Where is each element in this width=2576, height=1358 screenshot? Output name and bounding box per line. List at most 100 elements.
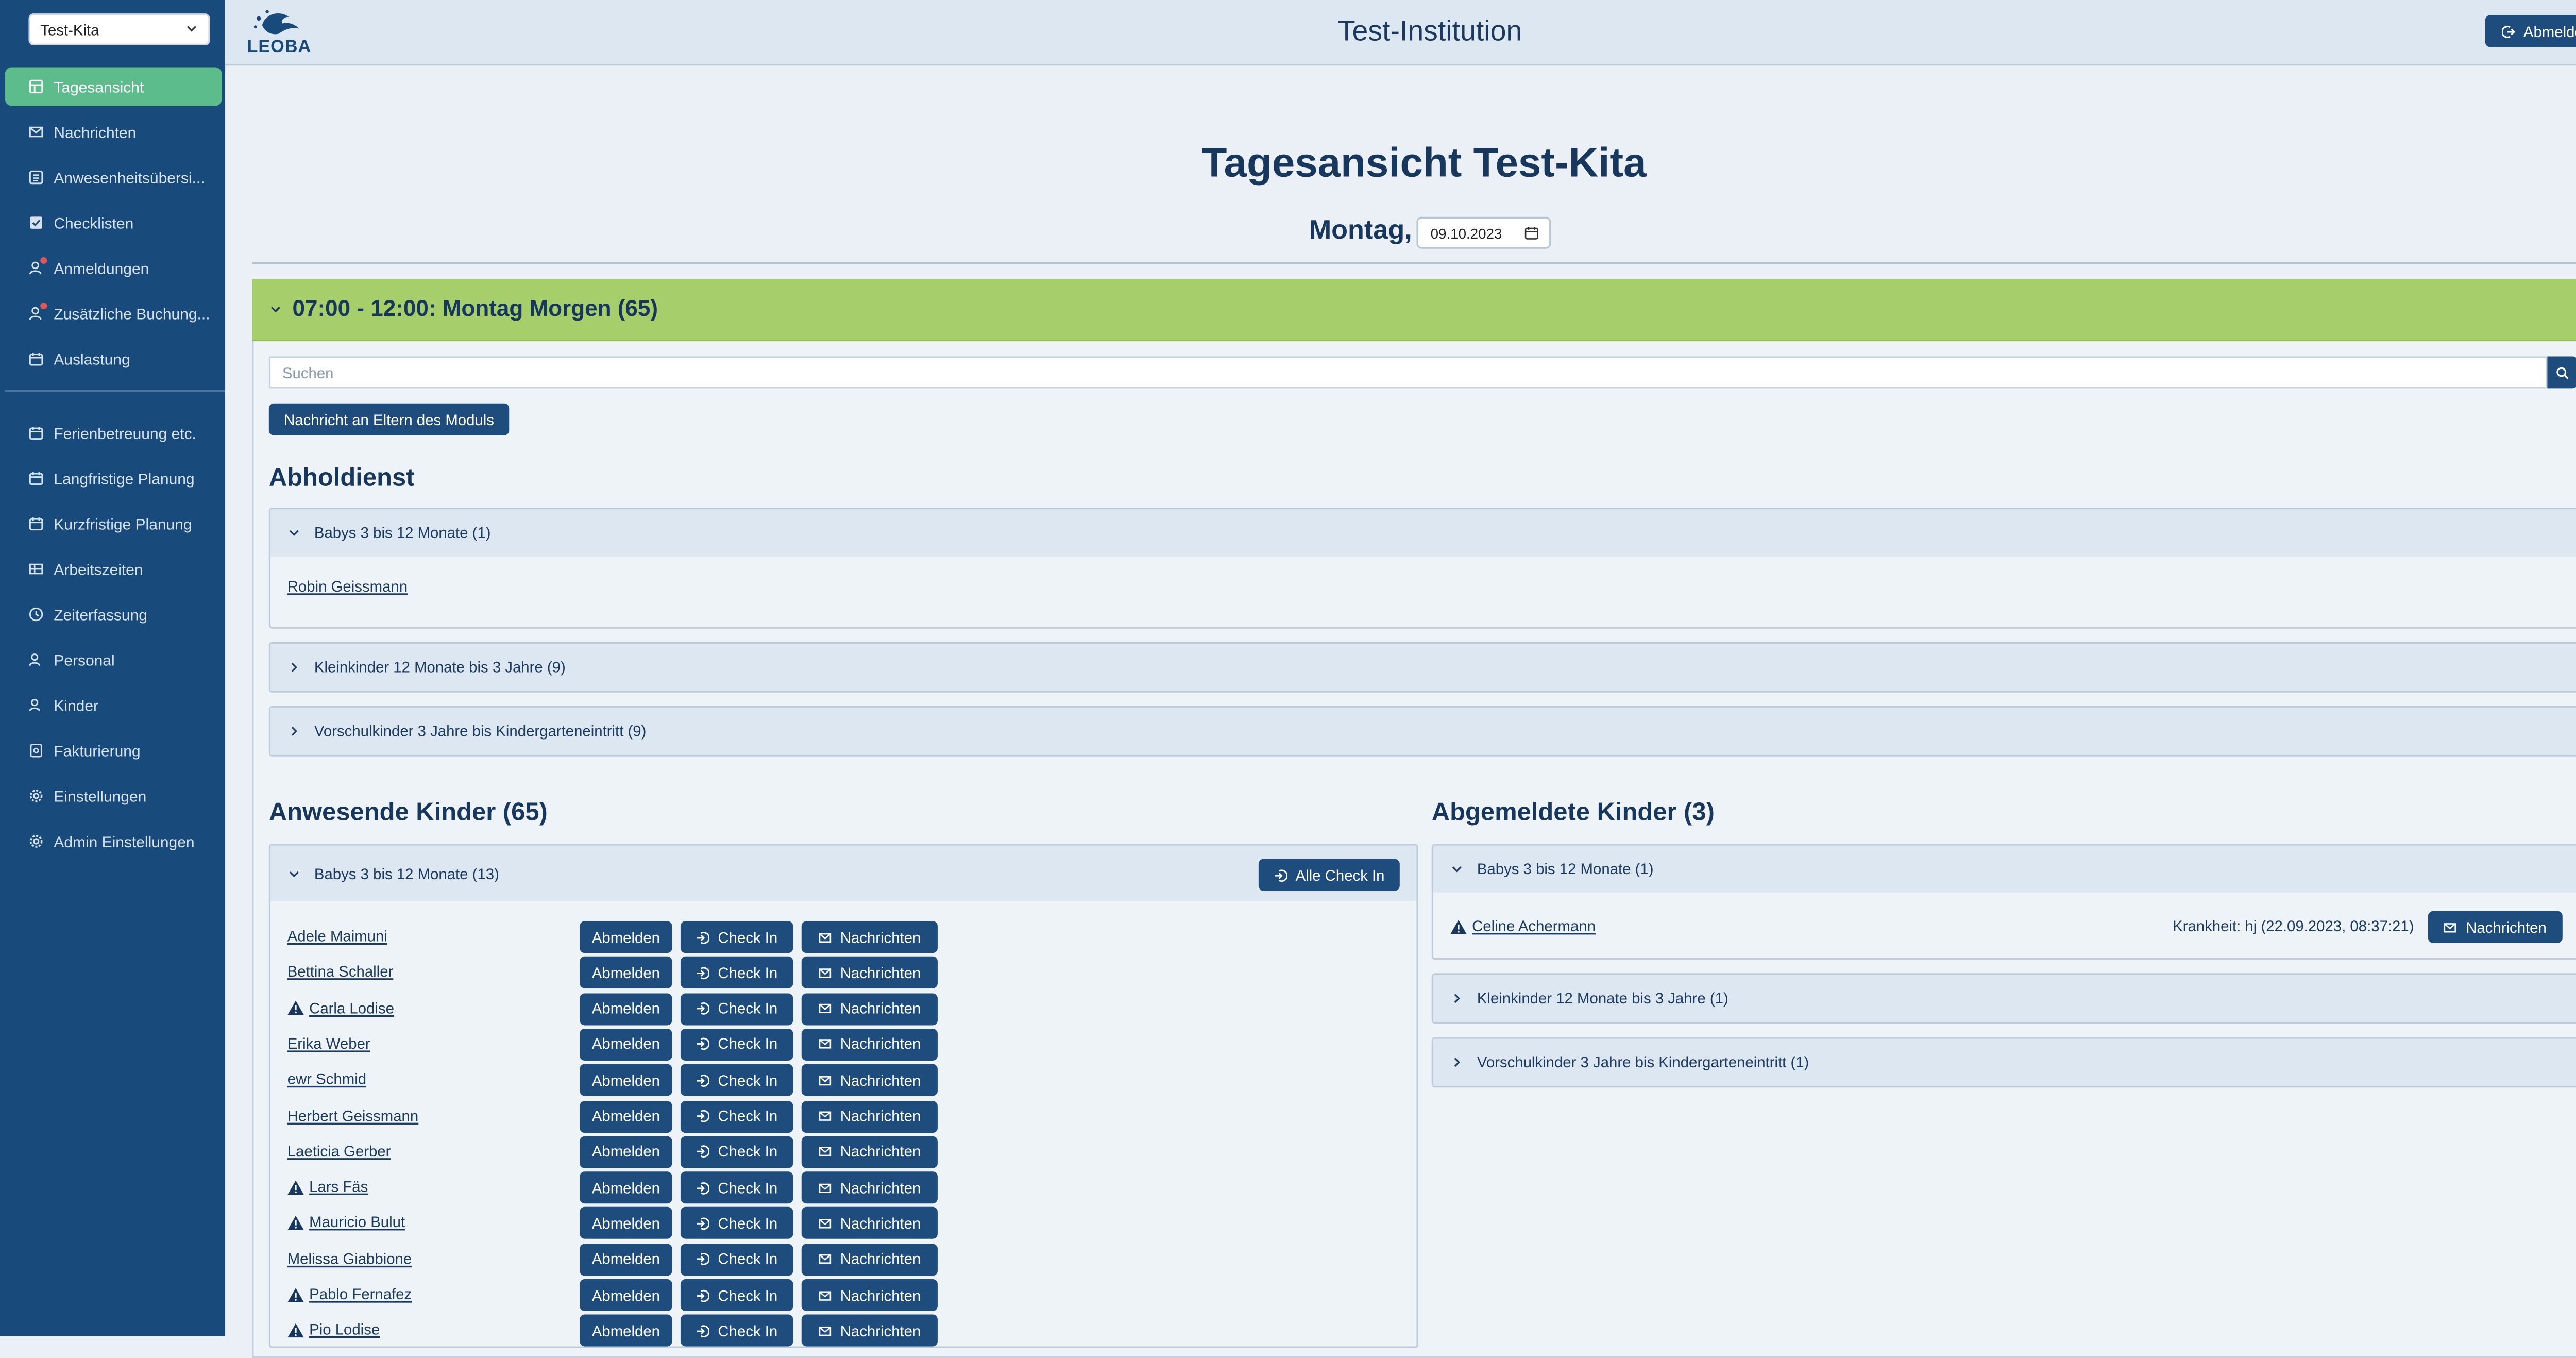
messages-label: Nachrichten	[840, 928, 921, 946]
sidebar-item-label: Tagesansicht	[54, 78, 144, 95]
pickup-group-header[interactable]: Babys 3 bis 12 Monate (1)	[270, 509, 2576, 557]
checkin-button[interactable]: Check In	[680, 993, 793, 1025]
abmelden-button[interactable]: Abmelden	[580, 921, 672, 953]
abmelden-button[interactable]: Abmelden	[580, 1279, 672, 1311]
checkin-icon	[697, 931, 710, 944]
sidebar-item-arbeitszeiten[interactable]: Arbeitszeiten	[5, 550, 222, 589]
child-link[interactable]: ewr Schmid	[287, 1071, 366, 1088]
abmelden-button[interactable]: Abmelden	[580, 993, 672, 1025]
child-link[interactable]: Erika Weber	[287, 1035, 370, 1052]
app-root: Test-Kita Tagesansicht Nachrichten Anwesen…	[0, 0, 2576, 1358]
child-link[interactable]: Pio Lodise	[287, 1322, 380, 1338]
checkin-button[interactable]: Check In	[680, 921, 793, 953]
messages-button[interactable]: Nachrichten	[801, 1028, 938, 1061]
child-link[interactable]: Bettina Schaller	[287, 964, 394, 981]
table-icon	[28, 561, 43, 576]
child-link[interactable]: Mauricio Bulut	[287, 1214, 405, 1231]
calendar-icon	[28, 471, 43, 485]
sidebar-item-anmeldungen[interactable]: Anmeldungen	[5, 249, 222, 288]
logout-button[interactable]: Abmelden	[2485, 15, 2576, 47]
absent-group-header[interactable]: Babys 3 bis 12 Monate (1)	[1433, 845, 2576, 893]
abmelden-button[interactable]: Abmelden	[580, 957, 672, 989]
present-heading: Anwesende Kinder (65)	[268, 798, 548, 827]
sidebar-item-kurzfristige-planung[interactable]: Kurzfristige Planung	[5, 504, 222, 543]
abmelden-button[interactable]: Abmelden	[580, 1064, 672, 1097]
calendar-icon	[28, 351, 43, 366]
child-link[interactable]: Laeticia Gerber	[287, 1143, 391, 1160]
pickup-group-label: Vorschulkinder 3 Jahre bis Kindergartene…	[314, 723, 647, 740]
checkin-button[interactable]: Check In	[680, 1064, 793, 1097]
checkin-button[interactable]: Check In	[680, 1028, 793, 1061]
sidebar-item-einstellungen[interactable]: Einstellungen	[5, 777, 222, 815]
child-link[interactable]: Melissa Giabbione	[287, 1250, 412, 1267]
checkin-button[interactable]: Check In	[680, 1243, 793, 1276]
messages-button[interactable]: Nachrichten	[801, 1136, 938, 1168]
messages-button[interactable]: Nachrichten	[801, 1315, 938, 1347]
absent-child-link[interactable]: Celine Achermann	[1450, 918, 1596, 934]
abmelden-button[interactable]: Abmelden	[580, 1136, 672, 1168]
sidebar-item-admin-einstellungen[interactable]: Admin Einstellungen	[5, 822, 222, 861]
sidebar-item-personal[interactable]: Personal	[5, 641, 222, 679]
abmelden-button[interactable]: Abmelden	[580, 1208, 672, 1239]
child-link[interactable]: Lars Fäs	[287, 1179, 368, 1195]
checkin-button[interactable]: Check In	[680, 957, 793, 989]
abmelden-button[interactable]: Abmelden	[580, 1100, 672, 1132]
mail-icon	[819, 1183, 832, 1193]
search-input[interactable]: Suchen	[268, 356, 2548, 389]
child-link[interactable]: Robin Geissmann	[287, 578, 408, 595]
all-checkin-button[interactable]: Alle Check In	[1258, 859, 1400, 891]
checkin-button[interactable]: Check In	[680, 1136, 793, 1168]
sidebar-item-fakturierung[interactable]: Fakturierung	[5, 731, 222, 770]
abmelden-button[interactable]: Abmelden	[580, 1028, 672, 1061]
pickup-group-header[interactable]: Kleinkinder 12 Monate bis 3 Jahre (9)	[270, 644, 2576, 691]
child-link[interactable]: Pablo Fernafez	[287, 1286, 412, 1303]
sidebar-item-auslastung[interactable]: Auslastung	[5, 340, 222, 378]
checkin-button[interactable]: Check In	[680, 1171, 793, 1204]
child-link[interactable]: Herbert Geissmann	[287, 1107, 418, 1124]
gear-icon	[28, 789, 43, 803]
absent-group-header[interactable]: Kleinkinder 12 Monate bis 3 Jahre (1)	[1433, 975, 2576, 1022]
messages-button[interactable]: Nachrichten	[801, 993, 938, 1025]
module-title: 07:00 - 12:00: Montag Morgen (65)	[292, 296, 658, 321]
absent-group-header[interactable]: Vorschulkinder 3 Jahre bis Kindergartene…	[1433, 1038, 2576, 1086]
messages-button[interactable]: Nachrichten	[801, 957, 938, 989]
sidebar-item-langfristige-planung[interactable]: Langfristige Planung	[5, 459, 222, 497]
sidebar-item-tagesansicht[interactable]: Tagesansicht	[5, 67, 222, 106]
sidebar-item-anwesenheitsübersi[interactable]: Anwesenheitsübersi...	[5, 158, 222, 197]
checkin-button[interactable]: Check In	[680, 1315, 793, 1347]
messages-button[interactable]: Nachrichten	[801, 1100, 938, 1132]
present-group-label: Babys 3 bis 12 Monate (13)	[314, 865, 499, 882]
chevron-right-icon	[1454, 1058, 1460, 1067]
checkin-button[interactable]: Check In	[680, 1100, 793, 1132]
absent-messages-button[interactable]: Nachrichten	[2428, 911, 2563, 943]
abmelden-button[interactable]: Abmelden	[580, 1171, 672, 1204]
pickup-group-babys: Babys 3 bis 12 Monate (1) Robin Geissman…	[268, 507, 2576, 629]
present-group-header[interactable]: Babys 3 bis 12 Monate (13)	[270, 845, 1417, 901]
mail-icon	[819, 1218, 832, 1229]
sidebar-item-zeiterfassung[interactable]: Zeiterfassung	[5, 595, 222, 634]
messages-button[interactable]: Nachrichten	[801, 1208, 938, 1239]
child-link[interactable]: Adele Maimuni	[287, 928, 387, 945]
sidebar-item-checklisten[interactable]: Checklisten	[5, 204, 222, 242]
child-link[interactable]: Carla Lodise	[287, 999, 394, 1016]
pickup-group-header[interactable]: Vorschulkinder 3 Jahre bis Kindergartene…	[270, 708, 2576, 755]
sidebar-item-nachrichten[interactable]: Nachrichten	[5, 113, 222, 152]
sidebar-item-kinder[interactable]: Kinder	[5, 686, 222, 725]
messages-button[interactable]: Nachrichten	[801, 1243, 938, 1276]
messages-button[interactable]: Nachrichten	[801, 921, 938, 953]
checkin-button[interactable]: Check In	[680, 1208, 793, 1239]
kita-select[interactable]: Test-Kita	[28, 13, 210, 46]
date-input[interactable]: 09.10.2023	[1417, 216, 1552, 248]
abmelden-label: Abmelden	[591, 1215, 660, 1232]
module-header[interactable]: 07:00 - 12:00: Montag Morgen (65)	[252, 279, 2576, 342]
notify-parents-button[interactable]: Nachricht an Eltern des Moduls	[268, 403, 510, 435]
messages-button[interactable]: Nachrichten	[801, 1064, 938, 1097]
messages-button[interactable]: Nachrichten	[801, 1279, 938, 1311]
sidebar-item-ferienbetreuung-etc[interactable]: Ferienbetreuung etc.	[5, 413, 222, 452]
messages-button[interactable]: Nachrichten	[801, 1171, 938, 1204]
search-button[interactable]	[2547, 356, 2576, 389]
abmelden-button[interactable]: Abmelden	[580, 1243, 672, 1276]
sidebar-item-zusätzliche-buchung[interactable]: Zusätzliche Buchung...	[5, 294, 222, 333]
abmelden-button[interactable]: Abmelden	[580, 1315, 672, 1347]
checkin-button[interactable]: Check In	[680, 1279, 793, 1311]
